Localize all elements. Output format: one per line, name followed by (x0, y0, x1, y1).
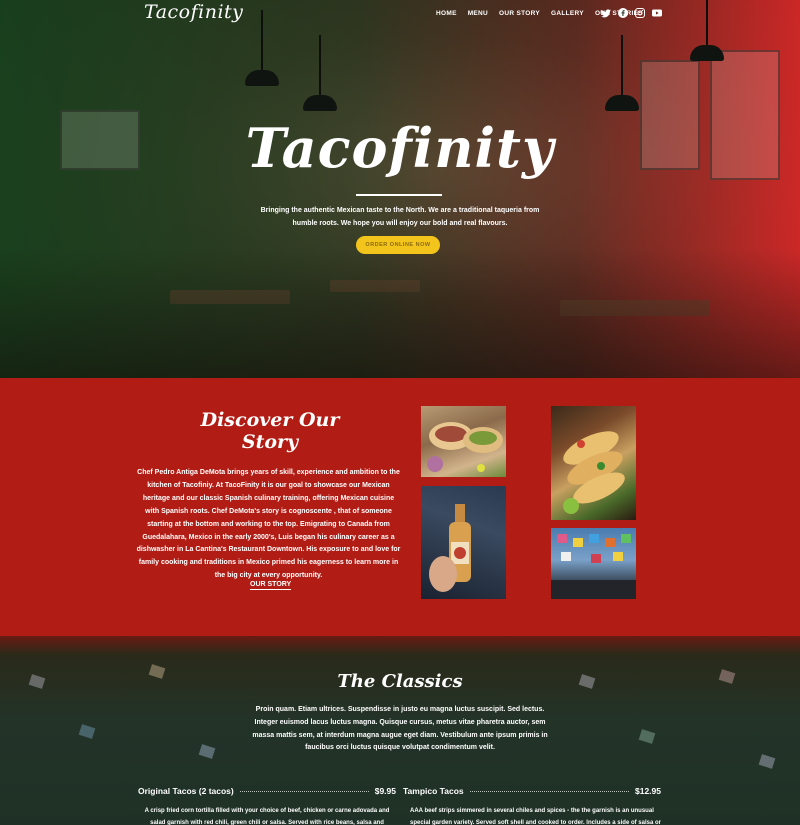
order-online-button[interactable]: ORDER ONLINE NOW (356, 236, 440, 254)
tacos-photo[interactable] (421, 406, 506, 477)
pendant-lamp (303, 35, 337, 111)
taco-platter-photo[interactable] (551, 406, 636, 520)
hero-section: Tacofinity HOME MENU OUR STORY GALLERY O… (0, 0, 800, 378)
nav-link-home[interactable]: HOME (436, 10, 457, 17)
social-links (601, 8, 662, 18)
top-nav: Tacofinity HOME MENU OUR STORY GALLERY O… (0, 0, 800, 30)
classics-section: The Classics Proin quam. Etiam ultrices.… (0, 636, 800, 825)
background-floor (0, 248, 800, 378)
menu-item-price: $12.95 (635, 786, 661, 796)
papel-picado-photo[interactable] (551, 528, 636, 599)
flag-decoration (638, 729, 656, 744)
story-text: Chef Pedro Antiga DeMota brings years of… (136, 469, 401, 580)
instagram-icon[interactable] (635, 8, 645, 18)
nav-link-gallery[interactable]: GALLERY (551, 10, 584, 17)
menu-item-description: AAA beef strips simmered in several chil… (410, 808, 661, 825)
hero-title: Tacofinity (245, 116, 555, 180)
facebook-icon[interactable] (618, 8, 628, 18)
story-section: Discover Our Story Chef Pedro Antiga DeM… (0, 378, 800, 636)
dotted-leader (469, 790, 629, 792)
logo[interactable]: Tacofinity (144, 1, 243, 23)
story-title: Discover Our Story (200, 409, 340, 453)
flag-decoration (78, 724, 96, 739)
menu-item-price: $9.95 (374, 786, 396, 796)
drink-bottle-photo[interactable] (421, 486, 506, 599)
menu-item-description: A crisp fried corn tortilla filled with … (144, 808, 390, 825)
nav-link-menu[interactable]: MENU (468, 10, 488, 17)
menu-item: Original Tacos (2 tacos) $9.95 A crisp f… (138, 786, 396, 825)
pendant-lamp (605, 35, 639, 111)
nav-link-our-story[interactable]: OUR STORY (499, 10, 540, 17)
pendant-lamp (245, 10, 279, 86)
classics-title: The Classics (337, 671, 463, 692)
youtube-icon[interactable] (652, 8, 662, 18)
dotted-leader (239, 790, 369, 792)
twitter-icon[interactable] (601, 8, 611, 18)
our-story-link[interactable]: OUR STORY (250, 581, 292, 590)
hero-subtitle: Bringing the authentic Mexican taste to … (260, 207, 540, 227)
menu-item-name: Tampico Tacos (403, 786, 464, 796)
flag-decoration (198, 744, 216, 759)
flag-decoration (758, 754, 776, 769)
classics-text: Proin quam. Etiam ultrices. Suspendisse … (252, 706, 548, 752)
pendant-lamp (690, 0, 724, 61)
hero-divider (356, 194, 442, 196)
menu-item: Tampico Tacos $12.95 AAA beef strips sim… (403, 786, 661, 825)
menu-item-name: Original Tacos (2 tacos) (138, 786, 234, 796)
